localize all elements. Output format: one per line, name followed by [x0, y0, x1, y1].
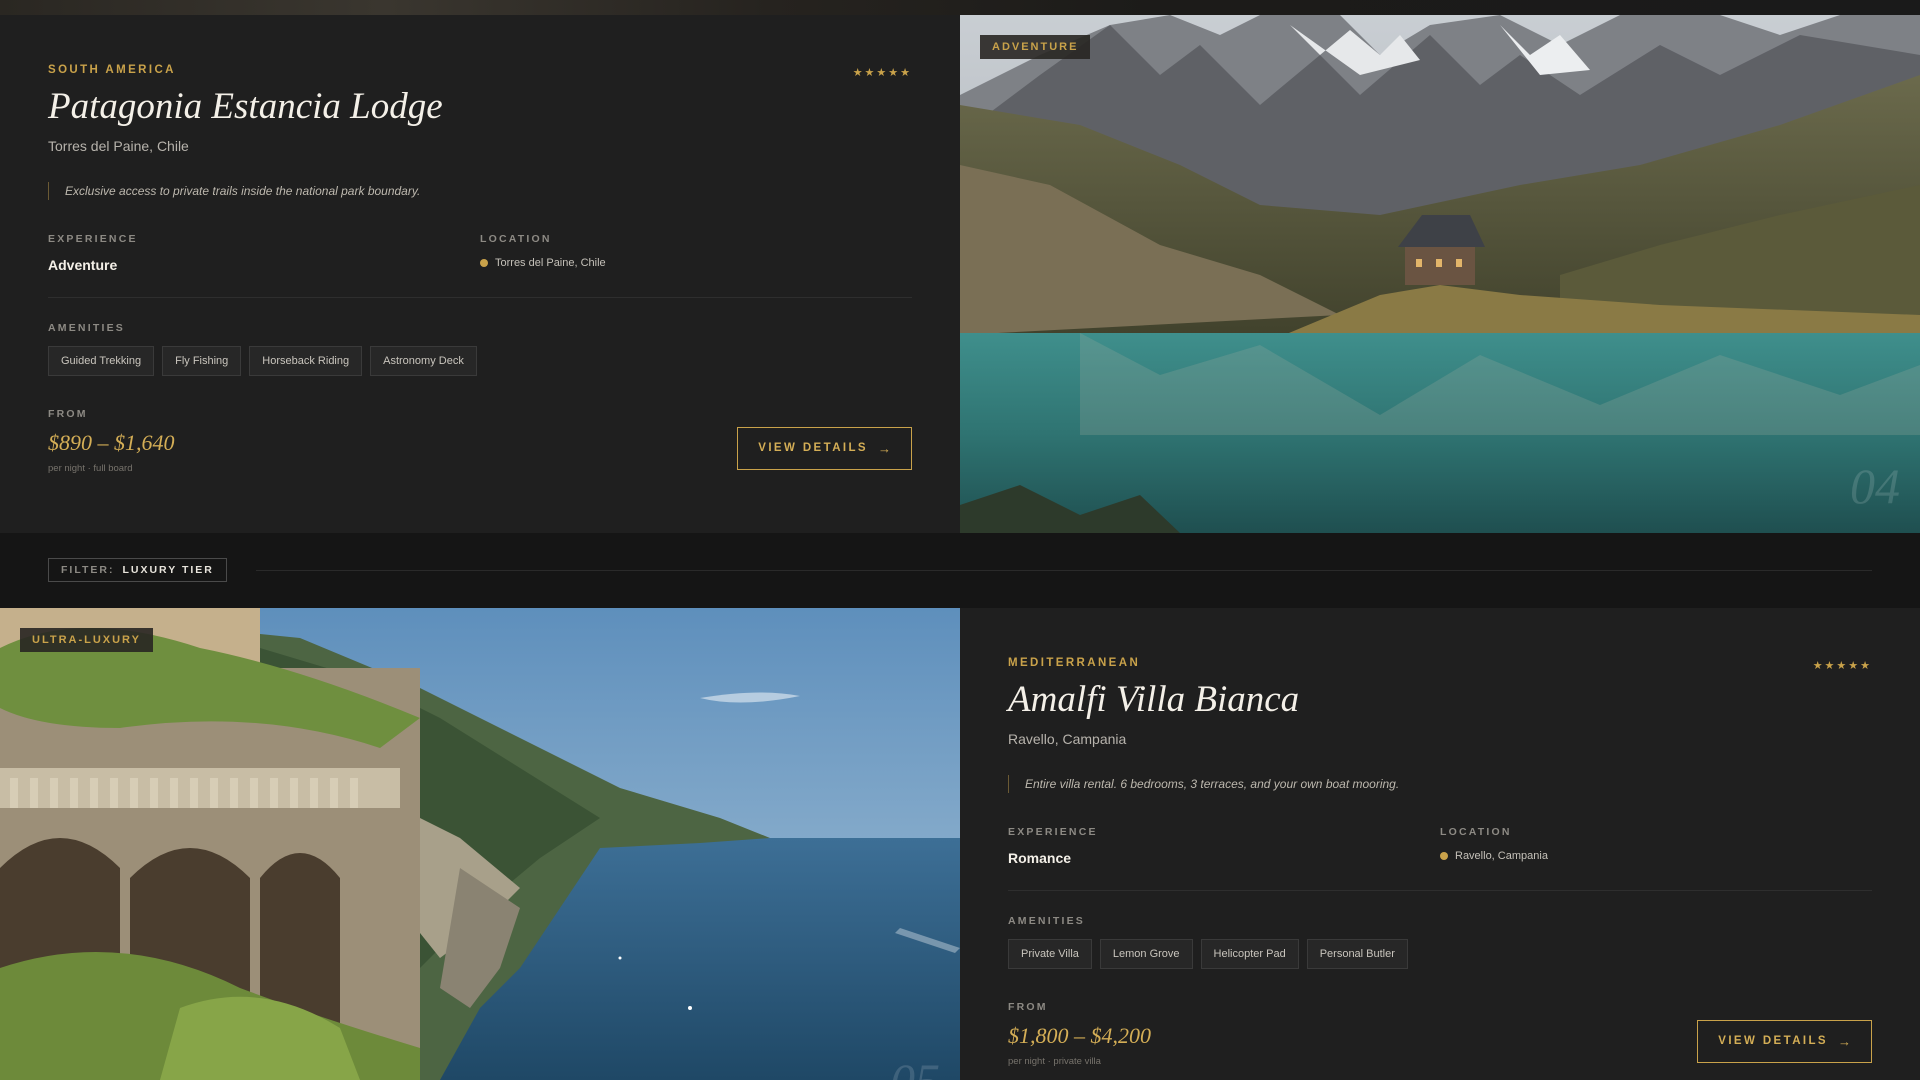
- listing-subtitle: Torres del Paine, Chile: [48, 137, 189, 154]
- price-row: FROM $1,800 – $4,200 per night · private…: [1008, 1001, 1872, 1067]
- mountain-lake-image: [960, 15, 1920, 533]
- amenity-chip: Astronomy Deck: [370, 345, 477, 376]
- from-label: FROM: [1008, 1000, 1048, 1013]
- star-rating: ★★★★★: [852, 67, 912, 79]
- from-label: FROM: [48, 407, 88, 420]
- location-dot-icon: [1440, 851, 1448, 860]
- price-row: FROM $890 – $1,640 per night · full boar…: [48, 408, 912, 474]
- listing-highlight-quote: Exclusive access to private trails insid…: [48, 181, 912, 200]
- arrow-right-icon: →: [1838, 1033, 1851, 1049]
- experience-block: EXPERIENCE Adventure: [48, 233, 480, 273]
- category-tag: ULTRA-LUXURY: [20, 628, 153, 652]
- listing-meta: EXPERIENCE Adventure LOCATION Torres del…: [48, 233, 912, 298]
- view-details-label: VIEW DETAILS: [1718, 1035, 1828, 1048]
- location-value-row: Ravello, Campania: [1440, 850, 1872, 862]
- filter-bar: FILTER: LUXURY TIER: [0, 533, 1920, 608]
- filter-divider: [256, 570, 1872, 571]
- listing-highlight-quote: Entire villa rental. 6 bedrooms, 3 terra…: [1008, 774, 1872, 793]
- category-tag: ADVENTURE: [980, 35, 1091, 59]
- amenity-chip: Private Villa: [1008, 938, 1092, 969]
- experience-value: Adventure: [48, 256, 118, 273]
- price-range: $890 – $1,640: [48, 429, 175, 455]
- amenity-chip: Guided Trekking: [48, 345, 155, 376]
- listing-info-panel: SOUTH AMERICA ★★★★★ Patagonia Estancia L…: [0, 15, 960, 533]
- listing-index-number: 05: [890, 1052, 940, 1080]
- amenity-chip: Lemon Grove: [1099, 938, 1193, 969]
- listing-info-panel: MEDITERRANEAN ★★★★★ Amalfi Villa Bianca …: [960, 608, 1920, 1080]
- amenity-chip-list: Guided Trekking Fly Fishing Horseback Ri…: [48, 345, 912, 376]
- location-value: Ravello, Campania: [1455, 849, 1548, 862]
- location-value-row: Torres del Paine, Chile: [480, 257, 912, 269]
- listing-title[interactable]: Patagonia Estancia Lodge: [48, 86, 912, 129]
- amenities-section: AMENITIES Guided Trekking Fly Fishing Ho…: [48, 322, 912, 376]
- location-block: LOCATION Torres del Paine, Chile: [480, 233, 912, 273]
- listing-image-patagonia[interactable]: ADVENTURE 04: [960, 15, 1920, 533]
- amenities-section: AMENITIES Private Villa Lemon Grove Heli…: [1008, 915, 1872, 969]
- price-block: FROM $1,800 – $4,200 per night · private…: [1008, 1001, 1151, 1067]
- location-label: LOCATION: [1440, 825, 1512, 838]
- filter-value: LUXURY TIER: [122, 564, 214, 576]
- listing-image-amalfi[interactable]: ULTRA-LUXURY 05: [0, 608, 960, 1080]
- star-rating: ★★★★★: [1812, 660, 1872, 672]
- filter-chip[interactable]: FILTER: LUXURY TIER: [48, 558, 227, 582]
- amenities-label: AMENITIES: [1008, 914, 1085, 927]
- listing-card-patagonia: SOUTH AMERICA ★★★★★ Patagonia Estancia L…: [0, 15, 1920, 533]
- amenity-chip: Personal Butler: [1306, 938, 1408, 969]
- view-details-button[interactable]: VIEW DETAILS →: [737, 426, 912, 470]
- price-note: per night · full board: [48, 462, 133, 474]
- view-details-label: VIEW DETAILS: [758, 442, 868, 455]
- location-value: Torres del Paine, Chile: [495, 256, 606, 269]
- price-note: per night · private villa: [1008, 1055, 1101, 1067]
- amenity-chip-list: Private Villa Lemon Grove Helicopter Pad…: [1008, 938, 1872, 969]
- experience-block: EXPERIENCE Romance: [1008, 826, 1440, 866]
- listing-subtitle: Ravello, Campania: [1008, 730, 1127, 747]
- filter-key: FILTER:: [61, 564, 115, 576]
- previous-card-image-edge: [0, 0, 1920, 15]
- listing-title[interactable]: Amalfi Villa Bianca: [1008, 679, 1872, 722]
- view-details-button[interactable]: VIEW DETAILS →: [1697, 1019, 1872, 1063]
- arrow-right-icon: →: [878, 440, 891, 456]
- experience-value: Romance: [1008, 849, 1072, 866]
- experience-label: EXPERIENCE: [48, 232, 138, 245]
- amenity-chip: Helicopter Pad: [1200, 938, 1299, 969]
- region-label: SOUTH AMERICA: [48, 64, 176, 76]
- price-block: FROM $890 – $1,640 per night · full boar…: [48, 408, 175, 474]
- listing-meta: EXPERIENCE Romance LOCATION Ravello, Cam…: [1008, 826, 1872, 891]
- amenity-chip: Horseback Riding: [249, 345, 363, 376]
- location-label: LOCATION: [480, 232, 552, 245]
- listing-card-amalfi: ULTRA-LUXURY 05 MEDITERRANEAN ★★★★★ Amal…: [0, 608, 1920, 1080]
- price-range: $1,800 – $4,200: [1008, 1022, 1151, 1048]
- experience-label: EXPERIENCE: [1008, 825, 1098, 838]
- coastal-villa-image: [0, 608, 960, 1080]
- amenity-chip: Fly Fishing: [162, 345, 242, 376]
- location-block: LOCATION Ravello, Campania: [1440, 826, 1872, 866]
- region-label: MEDITERRANEAN: [1008, 657, 1141, 669]
- amenities-label: AMENITIES: [48, 321, 125, 334]
- listing-index-number: 04: [1850, 458, 1900, 514]
- location-dot-icon: [480, 258, 488, 267]
